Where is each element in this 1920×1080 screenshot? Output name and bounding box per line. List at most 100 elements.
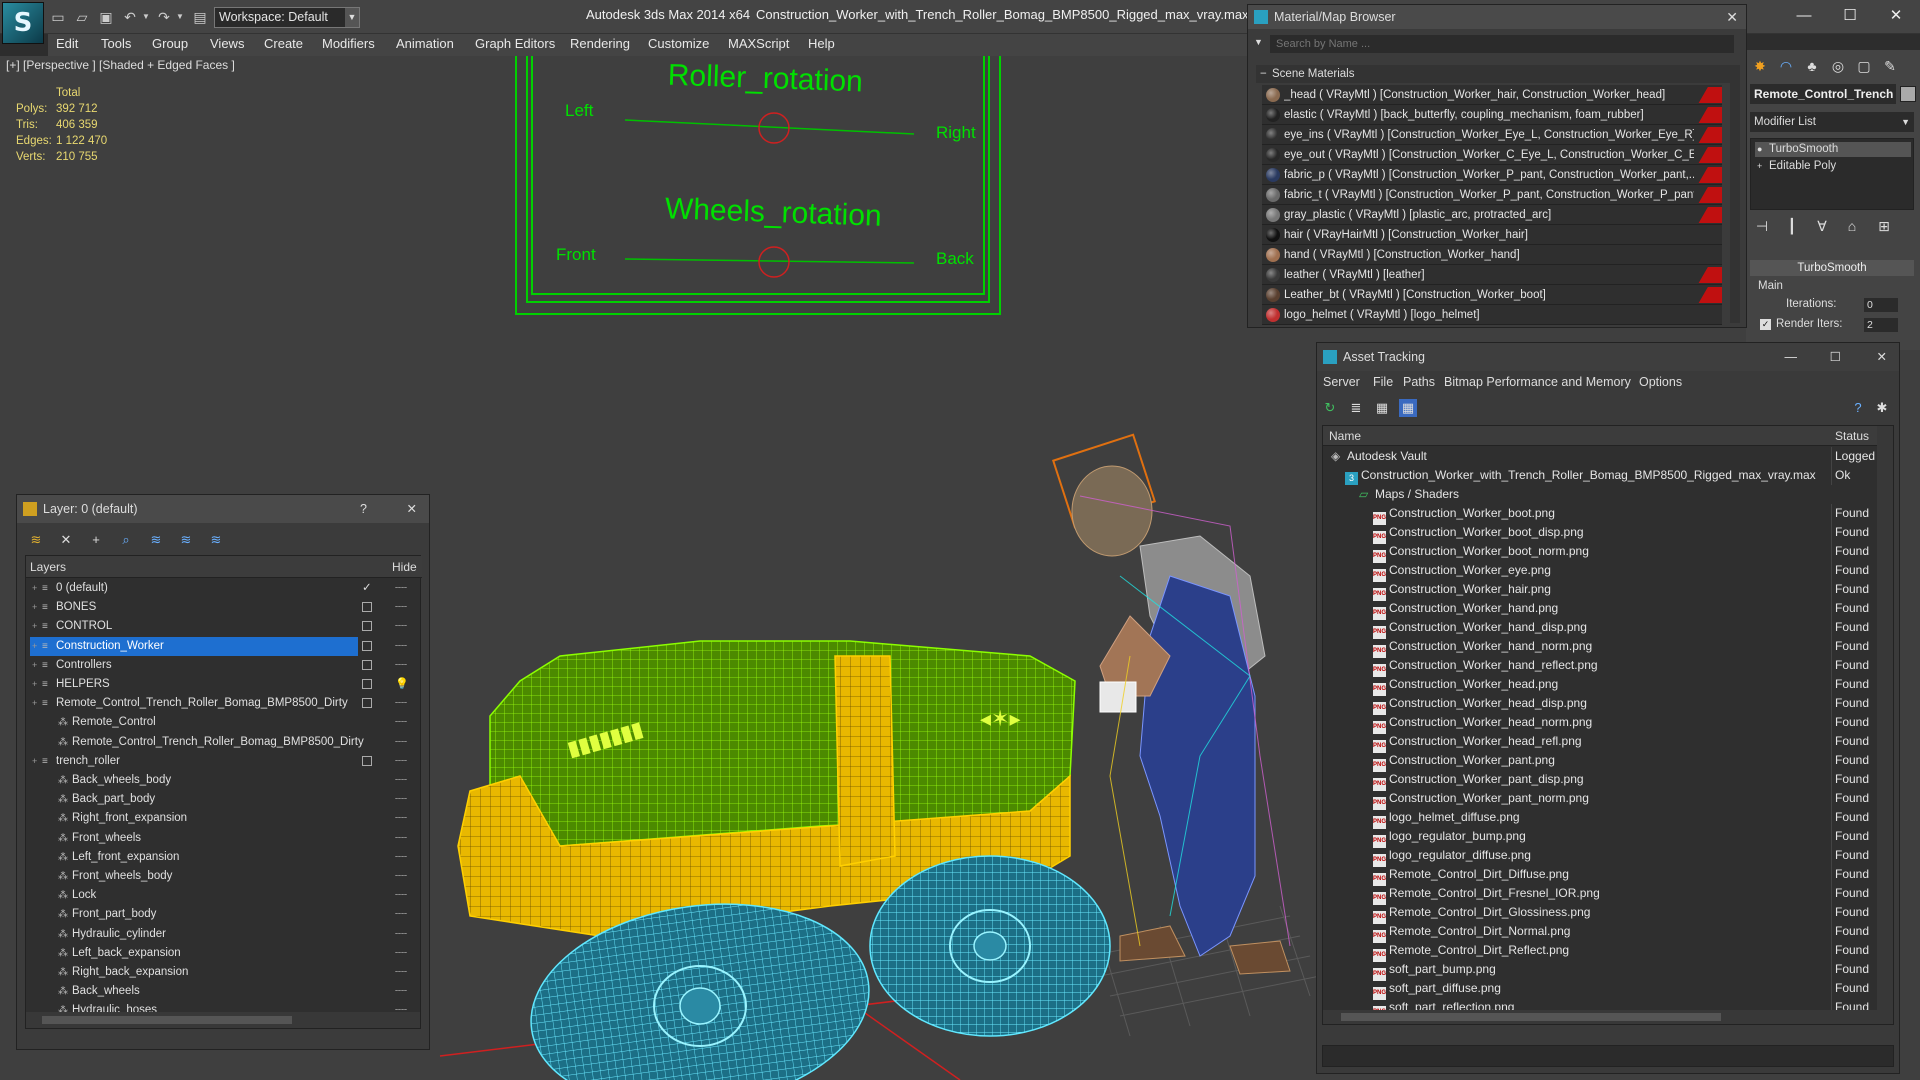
current-layer-checkbox[interactable] [362,755,372,766]
close-icon[interactable]: ✕ [407,495,417,523]
viewport-label[interactable]: [+] [Perspective ] [Shaded + Edged Faces… [6,58,235,72]
hide-toggle-icon[interactable]: ┄┄ [395,829,407,848]
menu-rendering[interactable]: Rendering [570,36,630,51]
hide-toggle-icon[interactable]: ┄┄ [395,752,407,771]
hide-toggle-icon[interactable]: ┄┄ [395,713,407,732]
help-icon[interactable]: ? [1849,399,1867,417]
menu-customize[interactable]: Customize [648,36,709,51]
close-icon[interactable]: ✕ [1726,5,1738,29]
hide-toggle-icon[interactable]: ┄┄ [395,848,407,867]
layer-row[interactable]: ⁂ Back_wheels_body ┄┄ [26,771,420,790]
minimize-icon[interactable]: — [1785,343,1798,371]
asset-row[interactable]: PNG logo_regulator_bump.png Found [1323,827,1878,848]
material-scrollbar[interactable] [1730,65,1740,323]
project-folder-icon[interactable]: ▤ [192,9,208,25]
add-layer-icon[interactable]: + [87,531,105,549]
column-status[interactable]: Status [1835,429,1869,443]
make-unique-icon[interactable]: ∀ [1812,216,1832,236]
asset-row[interactable]: PNG Construction_Worker_boot_disp.png Foun… [1323,523,1878,544]
modify-tab-icon[interactable]: ◠ [1776,56,1796,76]
hide-toggle-icon[interactable]: ┄┄ [395,579,407,598]
asset-row[interactable]: PNG Construction_Worker_eye.png Found [1323,561,1878,582]
layer-explorer-title-bar[interactable]: Layer: 0 (default) ? ✕ [17,495,429,523]
material-search-input[interactable] [1270,35,1734,53]
hide-toggle-icon[interactable]: ┄┄ [395,771,407,790]
at-menu-paths[interactable]: Paths [1403,375,1435,389]
material-list-item[interactable]: leather ( VRayMtl ) [leather] [1262,265,1722,285]
asset-tracking-title-bar[interactable]: Asset Tracking — ☐ ✕ [1317,343,1899,371]
material-list-item[interactable]: eye_ins ( VRayMtl ) [Construction_Worker… [1262,125,1722,145]
open-file-icon[interactable]: ▱ [74,9,90,25]
layer-horizontal-scrollbar[interactable] [26,1012,420,1028]
asset-vertical-scrollbar[interactable] [1877,426,1893,1024]
material-list-item[interactable]: hair ( VRayHairMtl ) [Construction_Worke… [1262,225,1722,245]
layer-row[interactable]: + ≡ BONES ┄┄ [26,598,420,617]
lightbulb-icon[interactable]: ● [1757,142,1762,157]
hide-toggle-icon[interactable]: ┄┄ [395,867,407,886]
asset-row[interactable]: PNG Construction_Worker_hair.png Found [1323,580,1878,601]
hide-toggle-icon[interactable]: ┄┄ [395,982,407,1001]
menu-help[interactable]: Help [808,36,835,51]
redo-dropdown-icon[interactable]: ▼ [172,9,188,25]
redo-icon[interactable]: ↷ [156,9,172,25]
app-logo-button[interactable]: S [2,2,44,44]
options-menu-icon[interactable]: ▼ [1254,37,1263,47]
hide-toggle-icon[interactable]: ┄┄ [395,790,407,809]
highlight-icon[interactable]: ✱ [1873,399,1891,417]
delete-layer-icon[interactable]: ✕ [57,531,75,549]
hide-toggle-icon[interactable]: ┄┄ [395,637,407,656]
hierarchy-tab-icon[interactable]: ♣ [1802,56,1822,76]
asset-row[interactable]: PNG logo_regulator_diffuse.png Found [1323,846,1878,867]
close-icon[interactable]: ✕ [1877,343,1887,371]
menu-edit[interactable]: Edit [56,36,78,51]
remove-modifier-icon[interactable]: ⌂ [1842,216,1862,236]
render-iters-checkbox[interactable]: ✓ [1760,319,1771,330]
menu-tools[interactable]: Tools [101,36,131,51]
layer-row[interactable]: ⁂ Back_part_body ┄┄ [26,790,420,809]
asset-path-field[interactable] [1322,1045,1894,1067]
thumbnail-view-icon[interactable]: ▦ [1373,399,1391,417]
layer-row[interactable]: ⁂ Front_wheels_body ┄┄ [26,867,420,886]
asset-row[interactable]: PNG soft_part_bump.png Found [1323,960,1878,981]
material-list-item[interactable]: fabric_t ( VRayMtl ) [Construction_Worke… [1262,185,1722,205]
asset-row[interactable]: PNG soft_part_diffuse.png Found [1323,979,1878,1000]
expand-icon[interactable]: + [32,617,42,636]
at-menu-file[interactable]: File [1373,375,1393,389]
maximize-icon[interactable]: ☐ [1836,4,1864,28]
layer-row[interactable]: ⁂ Left_front_expansion ┄┄ [26,848,420,867]
utilities-tab-icon[interactable]: ✎ [1880,56,1900,76]
material-list-item[interactable]: Leather_bt ( VRayMtl ) [Construction_Wor… [1262,285,1722,305]
asset-row[interactable]: PNG Remote_Control_Dirt_Glossiness.png Fou… [1323,903,1878,924]
menu-create[interactable]: Create [264,36,303,51]
asset-row[interactable]: PNG Construction_Worker_pant_norm.png Foun… [1323,789,1878,810]
list-view-icon[interactable]: ≣ [1347,399,1365,417]
render-iters-spinner[interactable]: 2 [1864,318,1898,332]
show-end-result-icon[interactable]: ┃ [1782,216,1802,236]
material-list-item[interactable]: elastic ( VRayMtl ) [back_butterfly, cou… [1262,105,1722,125]
current-layer-checkbox[interactable] [362,659,372,670]
column-hide[interactable]: Hide [392,560,417,574]
menu-group[interactable]: Group [152,36,188,51]
layer-row[interactable]: + ≡ trench_roller ┄┄ [26,752,420,771]
asset-row[interactable]: PNG Construction_Worker_boot_norm.png Foun… [1323,542,1878,563]
hide-toggle-icon[interactable]: ┄┄ [395,617,407,636]
motion-tab-icon[interactable]: ◎ [1828,56,1848,76]
layer-row[interactable]: ⁂ Remote_Control_Trench_Roller_Bomag_BMP8… [26,733,420,752]
layer-row[interactable]: ⁂ Remote_Control ┄┄ [26,713,420,732]
asset-horizontal-scrollbar[interactable] [1323,1010,1878,1024]
object-name-field[interactable]: Remote_Control_Trench [1750,84,1896,104]
asset-row[interactable]: PNG Construction_Worker_boot.png Found [1323,504,1878,525]
menu-maxscript[interactable]: MAXScript [728,36,789,51]
material-list-item[interactable]: gray_plastic ( VRayMtl ) [plastic_arc, p… [1262,205,1722,225]
asset-row[interactable]: PNG Remote_Control_Dirt_Reflect.png Found [1323,941,1878,962]
hide-lightbulb-icon[interactable]: 💡 [395,675,409,694]
asset-row[interactable]: PNG Construction_Worker_head.png Found [1323,675,1878,696]
scroll-thumb[interactable] [42,1016,292,1024]
layer-row[interactable]: ⁂ Front_wheels ┄┄ [26,829,420,848]
hide-all-icon[interactable]: ≋ [177,531,195,549]
undo-icon[interactable]: ↶ [122,9,138,25]
current-layer-checkbox[interactable] [362,698,372,709]
expand-icon[interactable]: + [32,598,42,617]
iterations-spinner[interactable]: 0 [1864,298,1898,312]
expand-icon[interactable]: + [32,694,42,713]
